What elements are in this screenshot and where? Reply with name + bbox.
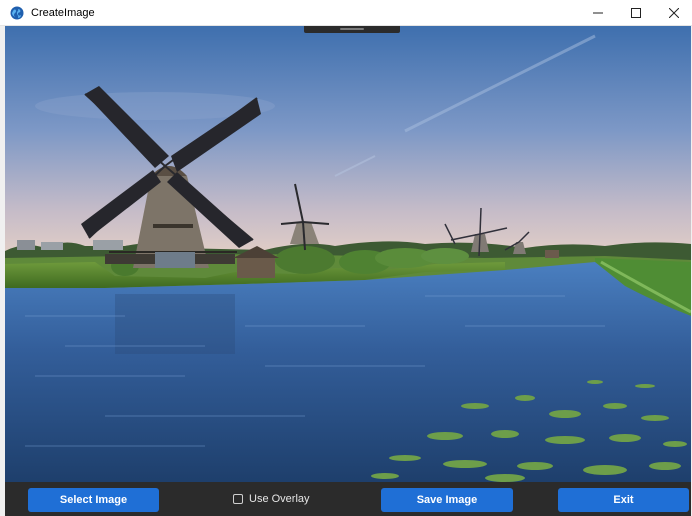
image-canvas[interactable]: [5, 26, 691, 482]
globe-icon: [10, 6, 24, 20]
minimize-button[interactable]: [580, 0, 616, 26]
use-overlay-label: Use Overlay: [249, 493, 310, 505]
maximize-button[interactable]: [618, 0, 654, 26]
save-image-button[interactable]: Save Image: [381, 488, 513, 512]
select-image-button[interactable]: Select Image: [28, 488, 159, 512]
checkbox-box[interactable]: [233, 494, 243, 504]
close-button[interactable]: [656, 0, 692, 26]
exit-button[interactable]: Exit: [558, 488, 689, 512]
close-icon: [669, 8, 679, 18]
window-title: CreateImage: [31, 7, 95, 19]
use-overlay-checkbox[interactable]: Use Overlay: [233, 493, 310, 505]
title-bar[interactable]: CreateImage: [0, 0, 692, 26]
minimize-icon: [593, 12, 603, 14]
canvas-drag-handle[interactable]: [304, 26, 400, 33]
bottom-toolbar: Select Image Use Overlay Save Image Exit: [5, 482, 691, 516]
windmill-landscape-image: [5, 26, 691, 482]
maximize-icon: [631, 8, 641, 18]
app-window: CreateImage Select Image Use Overlay Sav…: [0, 0, 692, 516]
